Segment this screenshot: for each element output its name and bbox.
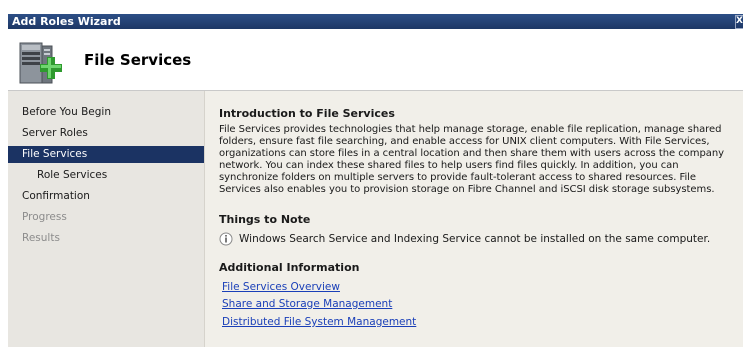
wizard-header: File Services [8, 29, 743, 91]
link-dfs-management[interactable]: Distributed File System Management [222, 316, 416, 328]
nav-step-label: Confirmation [22, 190, 90, 202]
nav-step-confirmation[interactable]: Confirmation [8, 188, 204, 205]
nav-step-before-you-begin[interactable]: Before You Begin [8, 104, 204, 121]
note-text: Windows Search Service and Indexing Serv… [239, 233, 711, 245]
nav-step-file-services[interactable]: File Services [8, 146, 204, 163]
intro-heading: Introduction to File Services [219, 107, 395, 120]
close-button[interactable]: X [735, 15, 743, 29]
link-file-services-overview[interactable]: File Services Overview [222, 281, 340, 293]
nav-step-label: Server Roles [22, 127, 88, 139]
nav-step-role-services[interactable]: Role Services [8, 167, 204, 184]
window-title: Add Roles Wizard [12, 15, 121, 28]
info-icon [219, 232, 233, 246]
nav-step-label: Results [22, 232, 60, 244]
nav-step-label: Before You Begin [22, 106, 112, 118]
nav-step-label: File Services [22, 148, 88, 160]
nav-step-label: Progress [22, 211, 67, 223]
nav-step-server-roles[interactable]: Server Roles [8, 125, 204, 142]
window-title-bar[interactable]: Add Roles Wizard X [8, 14, 743, 29]
additional-info-heading: Additional Information [219, 261, 360, 274]
wizard-step-nav: Before You Begin Server Roles File Servi… [8, 91, 205, 347]
link-share-storage-management[interactable]: Share and Storage Management [222, 298, 392, 310]
wizard-content-pane: Introduction to File Services File Servi… [205, 91, 743, 347]
nav-step-results: Results [8, 230, 204, 247]
notes-heading: Things to Note [219, 213, 311, 226]
intro-text: File Services provides technologies that… [219, 124, 724, 196]
nav-step-label: Role Services [37, 169, 108, 181]
nav-step-progress: Progress [8, 209, 204, 226]
server-add-icon [19, 42, 62, 84]
page-title: File Services [84, 51, 192, 69]
